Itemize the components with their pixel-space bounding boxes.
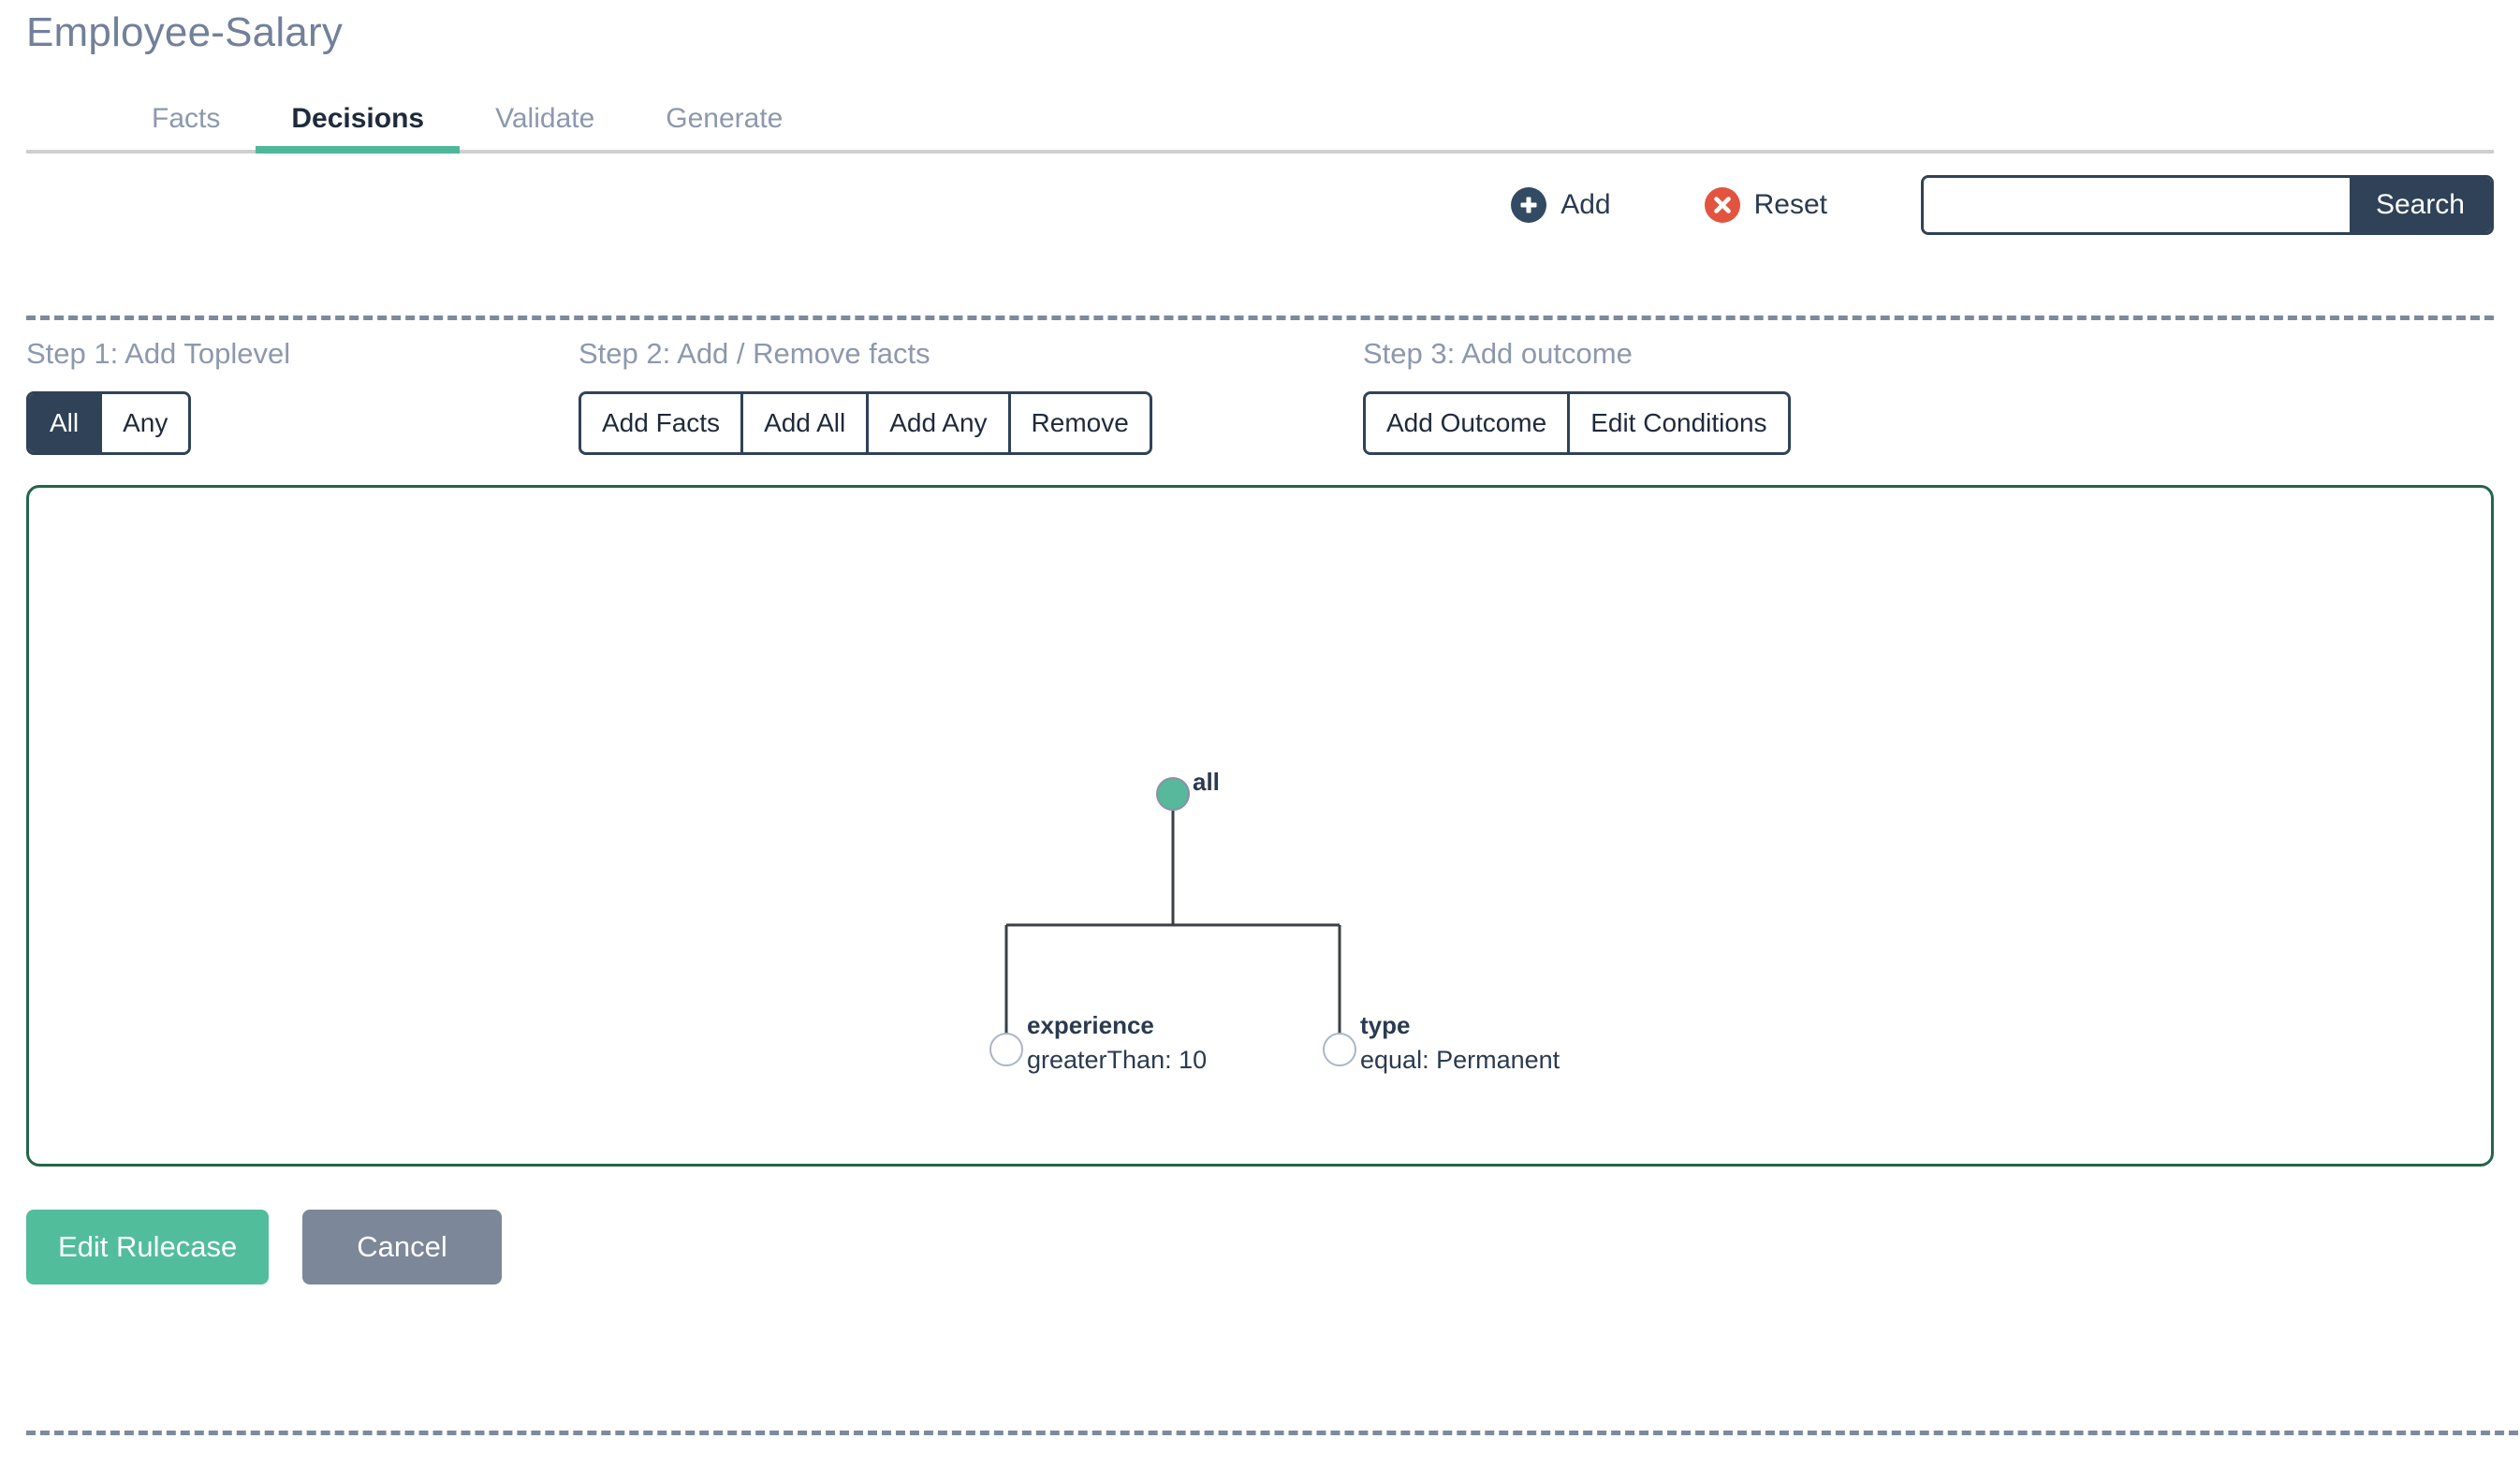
tab-generate[interactable]: Generate [630,103,818,150]
type-node-circle [1323,1033,1356,1066]
step-3: Step 3: Add outcome Add Outcome Edit Con… [1363,337,1791,455]
divider-top [26,316,2494,320]
remove-button[interactable]: Remove [1010,394,1150,452]
step-1-label: Step 1: Add Toplevel [26,337,291,370]
add-button[interactable]: Add [1511,187,1611,223]
step-1: Step 1: Add Toplevel All Any [26,337,290,455]
add-any-button[interactable]: Add Any [869,394,1011,452]
cancel-button[interactable]: Cancel [302,1210,502,1284]
search-input[interactable] [1924,178,2350,232]
tab-decisions[interactable]: Decisions [256,103,460,154]
tree-node-experience[interactable]: experience greaterThan: 10 [989,1011,1207,1074]
add-facts-button[interactable]: Add Facts [581,394,744,452]
add-all-button[interactable]: Add All [743,394,870,452]
step-2: Step 2: Add / Remove facts Add Facts Add… [579,337,1152,455]
toolbar: Add Reset Search [26,154,2494,257]
tab-facts[interactable]: Facts [116,103,256,150]
decision-tree-graph: all experience greaterThan: 10 type equa… [989,768,1560,1074]
experience-node-label: experience [1027,1011,1154,1039]
search-bar: Search [1921,175,2494,235]
experience-node-condition: greaterThan: 10 [1027,1046,1207,1074]
edit-rulecase-button[interactable]: Edit Rulecase [26,1210,270,1284]
search-button[interactable]: Search [2349,178,2491,232]
step-2-label: Step 2: Add / Remove facts [579,337,930,370]
steps-row: Step 1: Add Toplevel All Any Step 2: Add… [26,337,2494,477]
type-node-condition: equal: Permanent [1360,1046,1560,1074]
page-title: Employee-Salary [26,9,344,55]
type-node-label: type [1360,1011,1410,1039]
tree-node-type[interactable]: type equal: Permanent [1323,1011,1560,1074]
reset-button-label: Reset [1753,189,1827,220]
experience-node-circle [989,1033,1023,1066]
root-node-circle [1156,777,1190,811]
decisions-page: Employee-Salary Facts Decisions Validate… [0,0,2520,1468]
toplevel-any-button[interactable]: Any [102,394,189,452]
root-node-label: all [1193,768,1220,796]
add-button-label: Add [1560,189,1611,220]
tree-node-root[interactable]: all [1156,768,1220,811]
facts-button-group: Add Facts Add All Add Any Remove [579,391,1152,455]
footer-actions: Edit Rulecase Cancel [26,1210,2494,1284]
reset-button[interactable]: Reset [1704,187,1827,223]
outcome-button-group: Add Outcome Edit Conditions [1363,391,1791,455]
toplevel-button-group: All Any [26,391,192,455]
edit-conditions-button[interactable]: Edit Conditions [1570,394,1788,452]
add-outcome-button[interactable]: Add Outcome [1366,394,1571,452]
tab-validate[interactable]: Validate [460,103,630,150]
divider-bottom [26,1431,2520,1435]
toplevel-all-button[interactable]: All [29,394,103,452]
decision-tree-canvas[interactable]: all experience greaterThan: 10 type equa… [26,485,2494,1167]
step-3-label: Step 3: Add outcome [1363,337,1633,370]
x-circle-icon [1704,187,1740,223]
tab-bar: Facts Decisions Validate Generate [26,88,2494,154]
plus-circle-icon [1511,187,1547,223]
